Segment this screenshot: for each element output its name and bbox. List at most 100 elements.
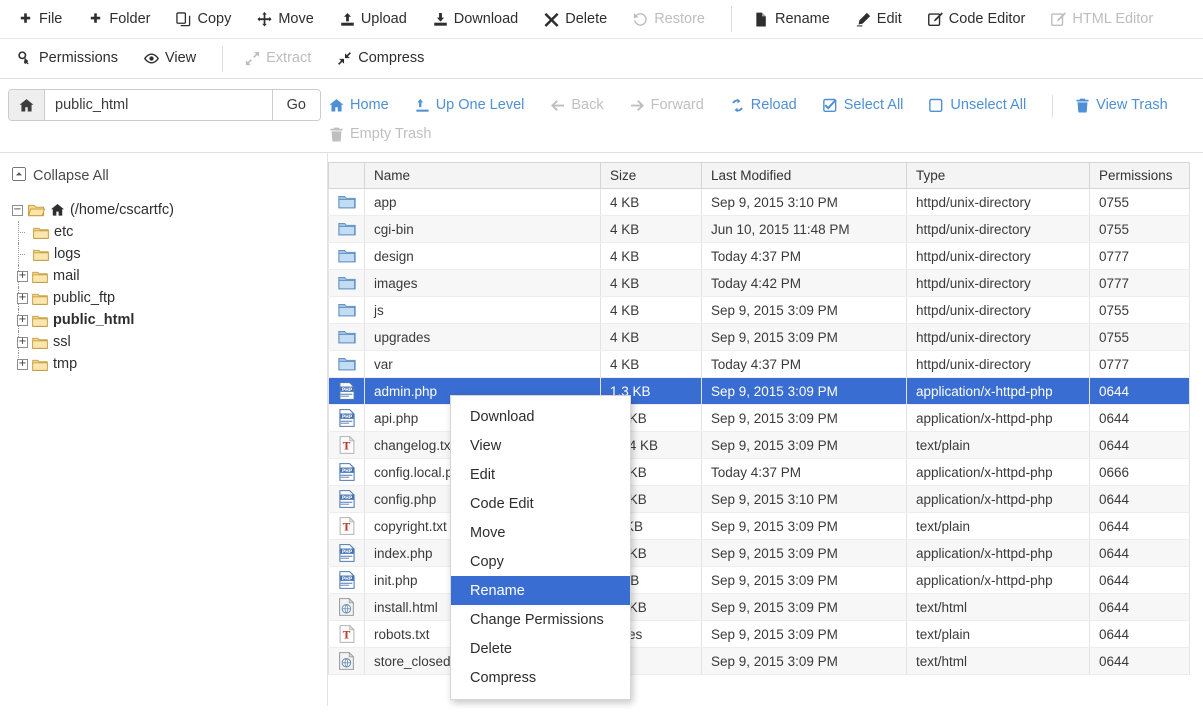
context-menu-item-delete[interactable]: Delete <box>451 634 630 663</box>
tree-node-label[interactable]: etc <box>54 224 73 240</box>
toolbar-button-view[interactable]: View <box>144 51 196 66</box>
html-file-icon <box>329 594 365 621</box>
tree-node-root[interactable]: − (/home/cscartfc) <box>12 199 327 221</box>
context-menu-item-rename[interactable]: Rename <box>451 576 630 605</box>
nav-button-label: Unselect All <box>950 98 1026 113</box>
arrow-right-icon <box>630 98 645 113</box>
table-row[interactable]: design4 KBToday 4:37 PMhttpd/unix-direct… <box>329 243 1190 270</box>
file-permissions: 0644 <box>1090 594 1190 621</box>
toolbar-button-permissions[interactable]: Permissions <box>18 51 118 66</box>
tree-node-tmp[interactable]: + tmp <box>12 353 327 375</box>
pencil-icon <box>856 12 871 27</box>
table-row[interactable]: images4 KBToday 4:42 PMhttpd/unix-direct… <box>329 270 1190 297</box>
toolbar-button-extract: Extract <box>245 51 311 66</box>
table-row[interactable]: cgi-bin4 KBJun 10, 2015 11:48 PMhttpd/un… <box>329 216 1190 243</box>
tree-toggle-public_ftp[interactable]: + <box>17 293 28 304</box>
column-header-name[interactable]: Name <box>365 163 601 189</box>
column-header-last-modified[interactable]: Last Modified <box>702 163 907 189</box>
table-row[interactable]: app4 KBSep 9, 2015 3:10 PMhttpd/unix-dir… <box>329 189 1190 216</box>
tree-toggle-public_html[interactable]: + <box>17 315 28 326</box>
context-menu-item-move[interactable]: Move <box>451 518 630 547</box>
toolbar-button-folder[interactable]: Folder <box>88 12 150 27</box>
tree-node-mail[interactable]: + mail <box>12 265 327 287</box>
file-type: httpd/unix-directory <box>907 351 1090 378</box>
context-menu-item-edit[interactable]: Edit <box>451 460 630 489</box>
toolbar-button-rename[interactable]: Rename <box>754 12 830 27</box>
toolbar-button-delete[interactable]: Delete <box>544 12 607 27</box>
column-header-icon[interactable] <box>329 163 365 189</box>
collapse-all-button[interactable]: Collapse All <box>12 167 327 185</box>
context-menu-item-change-permissions[interactable]: Change Permissions <box>451 605 630 634</box>
tree-node-public_ftp[interactable]: + public_ftp <box>12 287 327 309</box>
toolbar-button-file[interactable]: File <box>18 12 62 27</box>
table-header-row: NameSizeLast ModifiedTypePermissions <box>329 163 1190 189</box>
column-header-type[interactable]: Type <box>907 163 1090 189</box>
tree-node-label[interactable]: public_html <box>53 312 134 328</box>
file-type: httpd/unix-directory <box>907 189 1090 216</box>
path-box: Go <box>8 89 321 121</box>
toolbar-button-upload[interactable]: Upload <box>340 12 407 27</box>
nav-button-select-all[interactable]: Select All <box>823 98 904 113</box>
tree-node-label[interactable]: mail <box>53 268 80 284</box>
tree-node-logs[interactable]: logs <box>12 243 327 265</box>
tree-node-label-root[interactable]: (/home/cscartfc) <box>70 202 174 218</box>
table-row[interactable]: js4 KBSep 9, 2015 3:09 PMhttpd/unix-dire… <box>329 297 1190 324</box>
toolbar-button-copy[interactable]: Copy <box>176 12 231 27</box>
file-name: js <box>365 297 601 324</box>
up-level-icon <box>415 98 430 113</box>
nav-button-home[interactable]: Home <box>329 98 389 113</box>
tree-node-label[interactable]: tmp <box>53 356 77 372</box>
tree-toggle-ssl[interactable]: + <box>17 337 28 348</box>
folder-tree: − (/home/cscartfc) etc logs + mail + public_f… <box>12 199 327 375</box>
file-modified: Sep 9, 2015 3:09 PM <box>702 297 907 324</box>
toolbar-separator <box>222 46 223 72</box>
tree-node-etc[interactable]: etc <box>12 221 327 243</box>
table-row[interactable]: upgrades4 KBSep 9, 2015 3:09 PMhttpd/uni… <box>329 324 1190 351</box>
file-permissions: 0777 <box>1090 270 1190 297</box>
php-file-icon: PHP <box>329 567 365 594</box>
folder-icon <box>33 226 49 239</box>
tree-toggle-mail[interactable]: + <box>17 271 28 282</box>
file-permissions: 0644 <box>1090 567 1190 594</box>
context-menu-item-download[interactable]: Download <box>451 402 630 431</box>
path-input[interactable] <box>45 90 272 120</box>
file-size: 4 KB <box>601 297 702 324</box>
toolbar-button-label: Download <box>454 12 519 27</box>
tree-node-label[interactable]: public_ftp <box>53 290 115 306</box>
file-type: application/x-httpd-php <box>907 567 1090 594</box>
tree-toggle-root[interactable]: − <box>12 205 23 216</box>
tree-node-label[interactable]: logs <box>54 246 81 262</box>
toolbar-button-download[interactable]: Download <box>433 12 519 27</box>
tree-children: etclogs+mail+public_ftp+public_html+ssl+… <box>12 221 327 375</box>
nav-button-up-one-level[interactable]: Up One Level <box>415 98 525 113</box>
home-icon[interactable] <box>9 90 45 120</box>
context-menu-item-compress[interactable]: Compress <box>451 663 630 692</box>
toolbar-button-compress[interactable]: Compress <box>337 51 424 66</box>
file-size: 4 KB <box>601 351 702 378</box>
toolbar-button-label: File <box>39 12 62 27</box>
nav-button-reload[interactable]: Reload <box>730 98 797 113</box>
file-permissions: 0644 <box>1090 513 1190 540</box>
tree-node-ssl[interactable]: + ssl <box>12 331 327 353</box>
toolbar-button-move[interactable]: Move <box>257 12 313 27</box>
context-menu-item-code-edit[interactable]: Code Edit <box>451 489 630 518</box>
nav-button-view-trash[interactable]: View Trash <box>1075 98 1167 113</box>
context-menu-item-copy[interactable]: Copy <box>451 547 630 576</box>
column-header-permissions[interactable]: Permissions <box>1090 163 1190 189</box>
go-button[interactable]: Go <box>272 90 320 120</box>
toolbar-button-edit[interactable]: Edit <box>856 12 902 27</box>
collapse-circle-icon <box>12 167 26 185</box>
file-permissions: 0644 <box>1090 540 1190 567</box>
tree-node-public_html[interactable]: + public_html <box>12 309 327 331</box>
trash-icon <box>1075 98 1090 113</box>
tree-toggle-tmp[interactable]: + <box>17 359 28 370</box>
nav-button-unselect-all[interactable]: Unselect All <box>929 98 1026 113</box>
file-type: application/x-httpd-php <box>907 378 1090 405</box>
context-menu-item-view[interactable]: View <box>451 431 630 460</box>
tree-node-label[interactable]: ssl <box>53 334 71 350</box>
column-header-size[interactable]: Size <box>601 163 702 189</box>
file-type: application/x-httpd-php <box>907 405 1090 432</box>
table-row[interactable]: var4 KBToday 4:37 PMhttpd/unix-directory… <box>329 351 1190 378</box>
file-type: text/plain <box>907 432 1090 459</box>
toolbar-button-code-editor[interactable]: Code Editor <box>928 12 1026 27</box>
